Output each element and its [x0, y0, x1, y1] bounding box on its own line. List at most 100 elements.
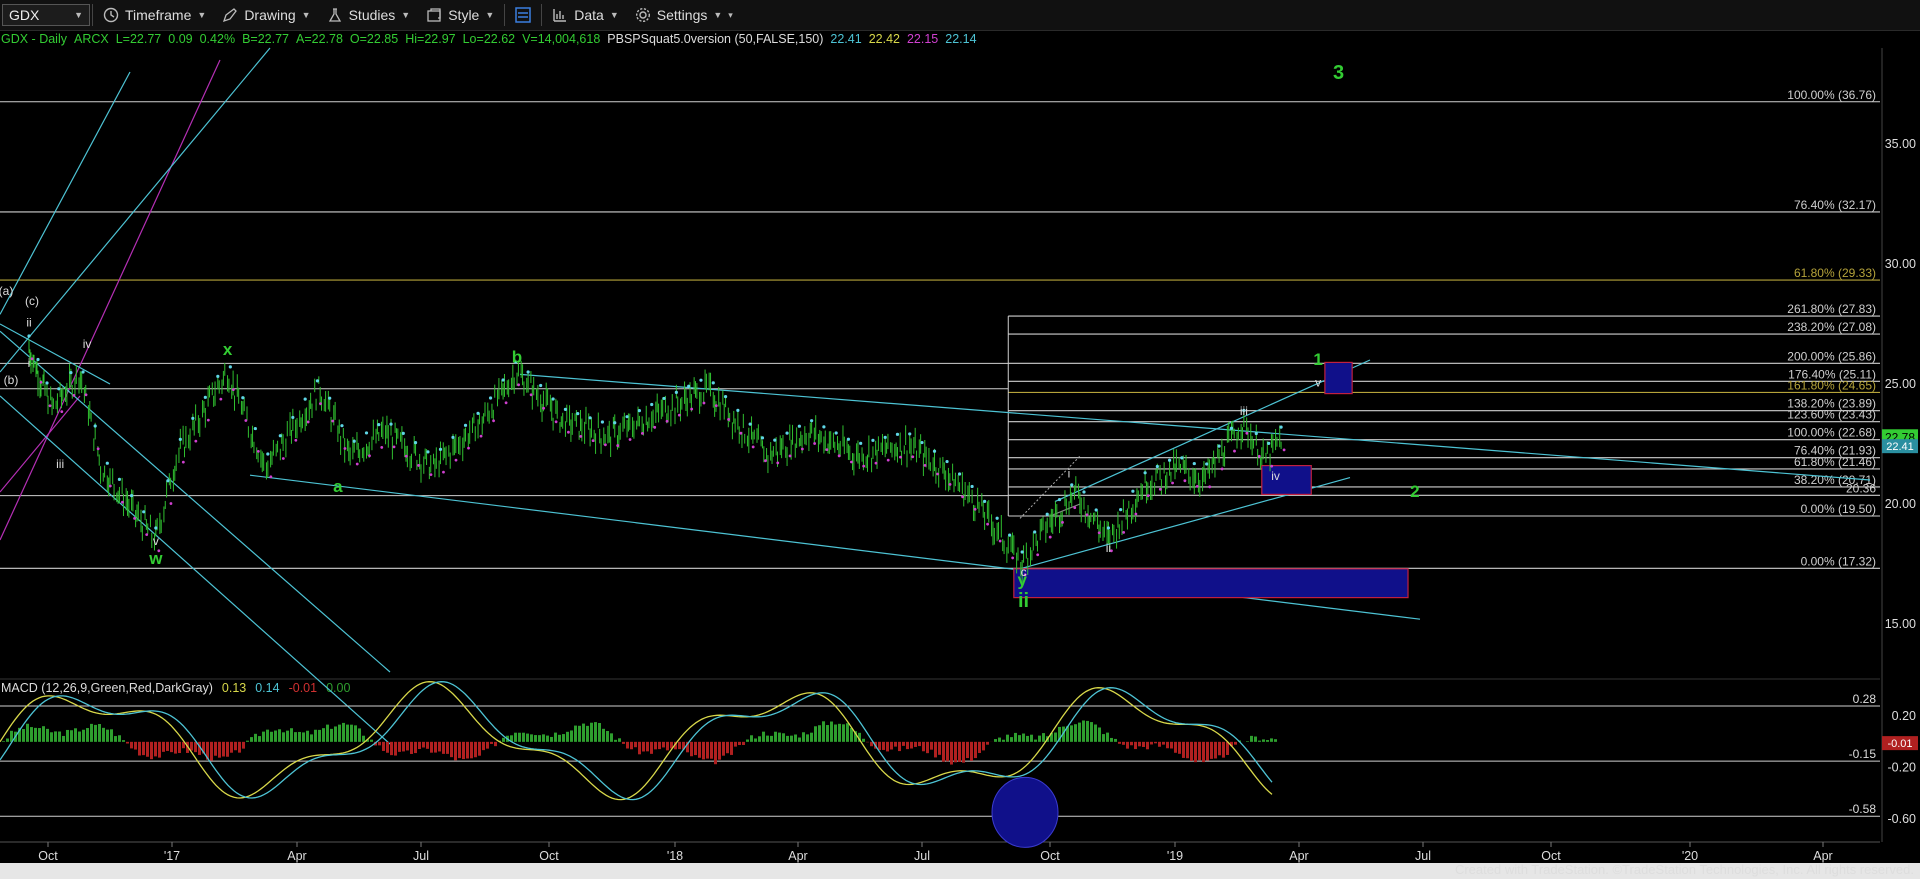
study-dot [764, 459, 767, 463]
macd-hist-bar [1206, 741, 1209, 761]
macd-hist-bar [710, 741, 713, 759]
study-dot [1183, 479, 1187, 483]
study-dot [911, 455, 915, 459]
macd-hist-bar [238, 741, 241, 753]
target-box-ii [1013, 568, 1409, 599]
macd-hist-bar [1198, 741, 1201, 761]
trend-line [0, 395, 391, 745]
macd-hist-bar [542, 734, 545, 742]
macd-hist-bar [986, 741, 989, 745]
macd-hist-bar [1266, 740, 1269, 742]
fib-level-label: 261.80% (27.83) [1787, 302, 1876, 316]
study-dot [613, 421, 617, 425]
macd-hist-bar [322, 728, 325, 742]
study-dot [1011, 556, 1015, 560]
macd-hist-bar [1070, 725, 1073, 742]
macd-hist-bar [502, 737, 505, 742]
macd-hist-bar [434, 741, 437, 753]
macd-hist-bar [154, 741, 157, 757]
macd-ref-label: -0.58 [1849, 802, 1877, 816]
macd-hist-bar [142, 741, 145, 756]
macd-hist-bar [110, 729, 113, 742]
macd-hist-bar [766, 735, 769, 742]
macd-hist-bar [1102, 734, 1105, 742]
study-dot [166, 479, 170, 483]
time-axis-tick: '17 [164, 849, 180, 863]
wave-label-green: 1 [1313, 350, 1322, 369]
study-dot [837, 454, 841, 458]
macd-hist-bar [658, 741, 661, 750]
study-dot [998, 539, 1002, 543]
macd-hist-bar [298, 731, 301, 742]
study-dot [616, 444, 620, 447]
macd-hist-bar [862, 738, 865, 742]
macd-hist-bar [1154, 741, 1157, 744]
time-axis-tick: Jul [1415, 849, 1431, 863]
study-dot [328, 396, 332, 400]
time-axis-tick: Apr [1813, 849, 1832, 863]
study-dot [800, 447, 804, 451]
macd-hist-bar [1134, 741, 1137, 750]
macd-hist-bar [914, 741, 917, 747]
study-dot [36, 357, 40, 362]
macd-hist-bar [666, 741, 669, 751]
macd-hist-bar [678, 741, 681, 750]
macd-hist-bar [414, 741, 417, 754]
macd-hist-bar [646, 741, 649, 752]
macd-hist-bar [190, 741, 193, 751]
macd-hist-bar [794, 734, 797, 742]
macd-hist-bar [46, 728, 49, 742]
study-dot [57, 387, 61, 391]
study-dot [319, 402, 322, 406]
macd-hist-bar [834, 724, 837, 742]
study-dot [1282, 448, 1286, 452]
macd-hist-bar [586, 725, 589, 742]
study-dot [117, 477, 122, 481]
macd-hist-bar [462, 741, 465, 760]
macd-hist-bar [730, 741, 733, 755]
macd-hist-bar [578, 725, 581, 742]
macd-hist-bar [330, 728, 333, 742]
study-dot [191, 416, 195, 420]
macd-hist-bar [1018, 735, 1021, 742]
study-dot [256, 449, 260, 453]
macd-ref-label: -0.15 [1849, 747, 1877, 761]
macd-hist-bar [746, 739, 749, 742]
wave-label-white: iv [1271, 469, 1280, 483]
macd-hist-bar [570, 730, 573, 742]
study-dot [736, 408, 740, 412]
study-dot [178, 437, 182, 441]
macd-hist-bar [642, 741, 645, 752]
study-dot [920, 440, 924, 445]
macd-hist-bar [234, 741, 237, 751]
trend-line [0, 395, 81, 493]
study-dot [253, 426, 257, 431]
study-dot [216, 374, 220, 378]
macd-hist-bar [934, 741, 937, 758]
time-axis-tick: Oct [38, 849, 58, 863]
study-dot [1192, 461, 1196, 466]
macd-hist-bar [978, 741, 981, 753]
study-dot [1057, 497, 1062, 502]
macd-hist-bar [214, 741, 217, 756]
study-dot [567, 430, 570, 434]
chart-canvas[interactable]: 35.00 30.00 25.00 20.00 15.00 Oct '17 Apr Jul Oct… [0, 0, 1920, 879]
study-dot [389, 422, 393, 426]
macd-hist-bar [1094, 724, 1097, 742]
macd-hist-bar [878, 741, 881, 751]
price-axis-tick: 15.00 [1885, 617, 1916, 631]
macd-hist-bar [594, 722, 597, 742]
macd-hist-bar [102, 727, 105, 742]
macd-hist-bar [614, 739, 617, 742]
macd-hist-bar [362, 735, 365, 742]
target-box-1 [1324, 361, 1353, 395]
macd-hist-bar [774, 731, 777, 742]
macd-hist-bar [870, 741, 873, 747]
study-dot [451, 435, 455, 439]
macd-hist-bar [482, 741, 485, 751]
study-dot [699, 378, 703, 382]
study-dot [340, 424, 344, 428]
study-dot [739, 431, 743, 435]
macd-hist-bar [762, 731, 765, 742]
study-dot [850, 460, 853, 464]
